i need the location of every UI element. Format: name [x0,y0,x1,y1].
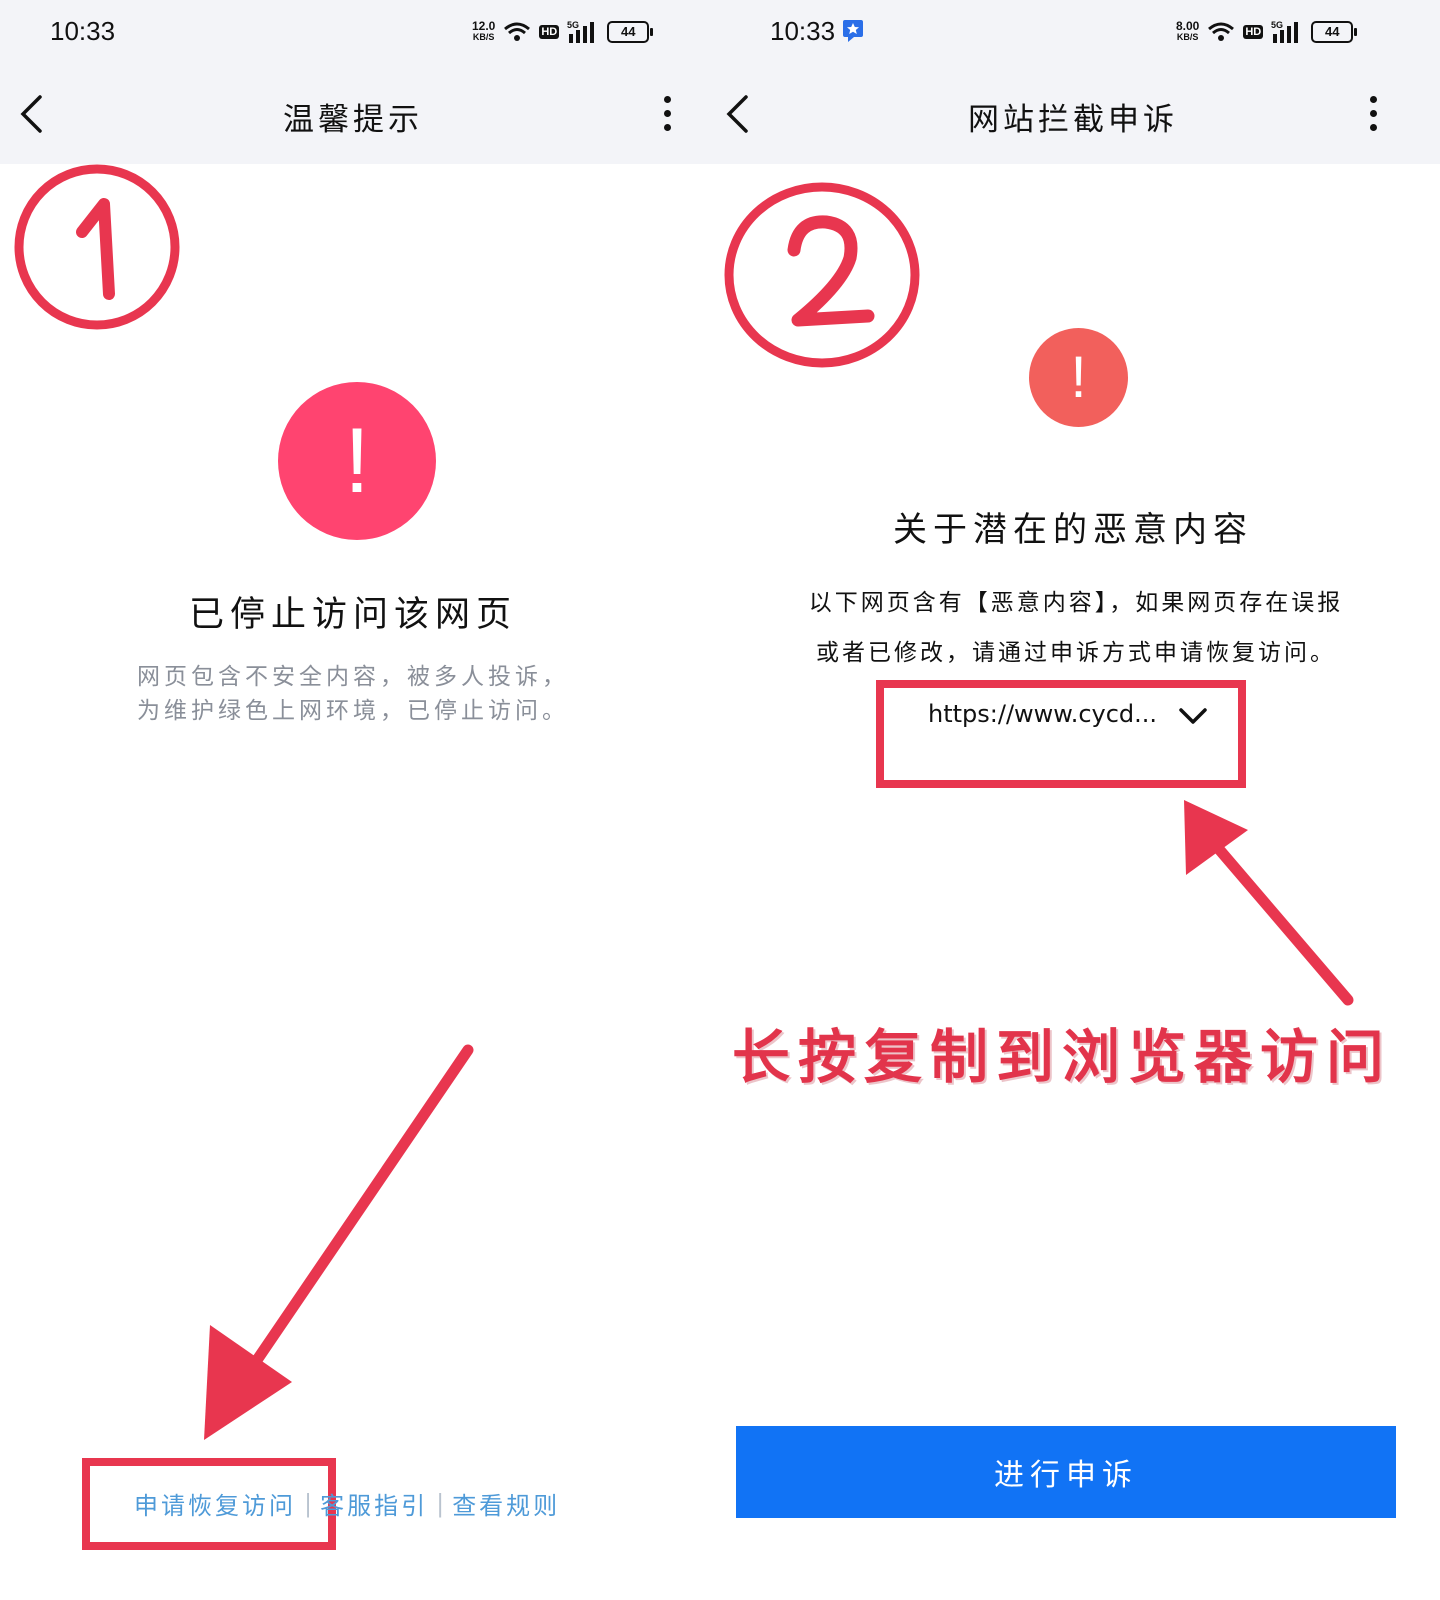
blocked-description: 网页包含不安全内容，被多人投诉， 为维护绿色上网环境，已停止访问。 [137,664,569,724]
copy-url-annotation: 长按复制到浏览器访问 [732,1023,1393,1091]
step-one-marker [14,164,180,330]
nav-bar: 网站拦截申诉 [706,64,1440,164]
signal-icon: 5G [1271,20,1299,43]
status-time: 10:33 [770,16,836,46]
more-vertical-icon[interactable] [1368,96,1378,136]
wifi-icon [1208,22,1235,41]
annotation-highlight-box [876,680,1246,788]
footer-separator: | [436,1489,445,1518]
hd-badge: HD [1243,25,1264,39]
alert-icon: ! [278,382,436,540]
net-speed: 12.0 KB/S [472,19,496,42]
more-vertical-icon[interactable] [662,96,672,136]
status-bar: 10:33 8.00 KB/S HD 5G 44 [706,0,1440,64]
annotation-arrow [1184,800,1354,1006]
alert-icon: ! [1029,328,1128,427]
customer-service-link[interactable]: 客服指引 [320,1486,428,1521]
submit-appeal-button[interactable]: 进行申诉 [736,1426,1396,1518]
battery-icon: 44 [607,21,654,43]
status-time: 10:33 [50,16,116,46]
blocked-title: 已停止访问该网页 [188,595,517,635]
net-speed: 8.00 KB/S [1176,19,1200,42]
nav-bar: 温馨提示 [0,64,706,164]
step-two-marker [724,182,920,368]
status-icons: 12.0 KB/S HD 5G 44 [472,16,654,48]
malicious-content-description: 以下网页含有【恶意内容】，如果网页存在误报 或者已修改，请通过申诉方式申请恢复访… [808,590,1344,666]
malicious-content-title: 关于潜在的恶意内容 [893,510,1253,550]
page-title: 网站拦截申诉 [968,102,1178,138]
footer-separator: | [304,1489,313,1518]
status-bar: 10:33 12.0 KB/S HD 5G 44 [0,0,706,64]
signal-icon: 5G [567,20,595,43]
blocked-url[interactable]: https://www.cycd... [928,700,1157,728]
view-rules-link[interactable]: 查看规则 [452,1486,560,1521]
screen-site-appeal: 10:33 8.00 KB/S HD 5G 44 网站拦截申诉 ! 关于潜在的恶… [706,0,1440,1600]
page-title: 温馨提示 [283,102,423,138]
wifi-icon [504,22,531,41]
status-icons: 8.00 KB/S HD 5G 44 [1176,16,1358,48]
chevron-down-icon[interactable] [1178,706,1208,726]
svg-text:5G: 5G [567,20,579,30]
notification-app-icon [843,20,863,42]
svg-text:5G: 5G [1271,20,1283,30]
appeal-restore-link[interactable]: 申请恢复访问 [134,1486,296,1521]
screen-blocked-page: 10:33 12.0 KB/S HD 5G 44 温馨提示 ! 已停止访问该网页… [0,0,706,1600]
battery-icon: 44 [1311,21,1358,43]
hd-badge: HD [539,25,560,39]
footer-links: 申请恢复访问 | 客服指引 | 查看规则 [134,1486,560,1521]
annotation-arrow [204,1044,474,1440]
